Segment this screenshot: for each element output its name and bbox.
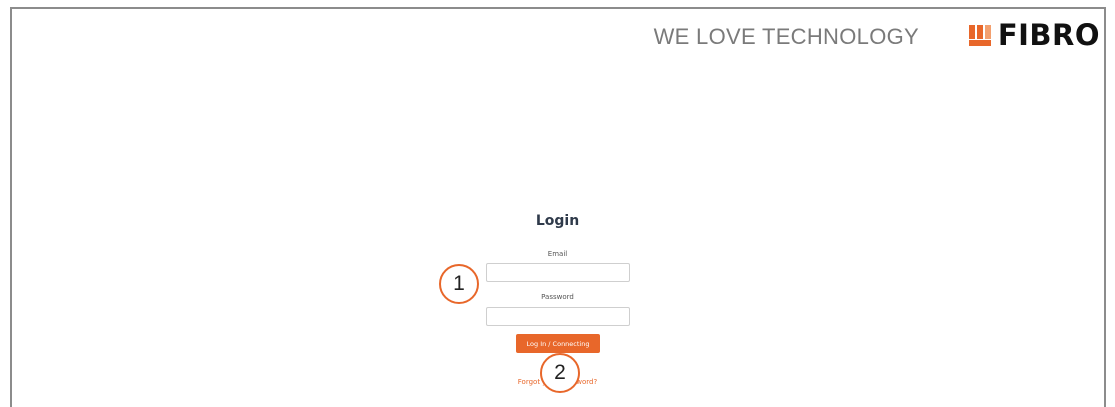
email-label: Email — [547, 250, 568, 258]
logo-wordmark: FIBRO — [997, 18, 1100, 52]
password-label: Password — [541, 293, 574, 301]
email-field[interactable] — [486, 263, 630, 282]
callout-marker-1: 1 — [439, 264, 479, 304]
password-field[interactable] — [486, 307, 630, 326]
callout-marker-2: 2 — [540, 353, 580, 393]
header: WE LOVE TECHNOLOGY FIBRO — [12, 9, 1104, 55]
fibro-logo-icon — [968, 23, 992, 47]
login-title: Login — [535, 213, 580, 229]
tagline: WE LOVE TECHNOLOGY — [653, 24, 919, 49]
fibro-logo: FIBRO — [968, 18, 1100, 52]
login-button[interactable]: Log In / Connecting — [516, 334, 600, 353]
